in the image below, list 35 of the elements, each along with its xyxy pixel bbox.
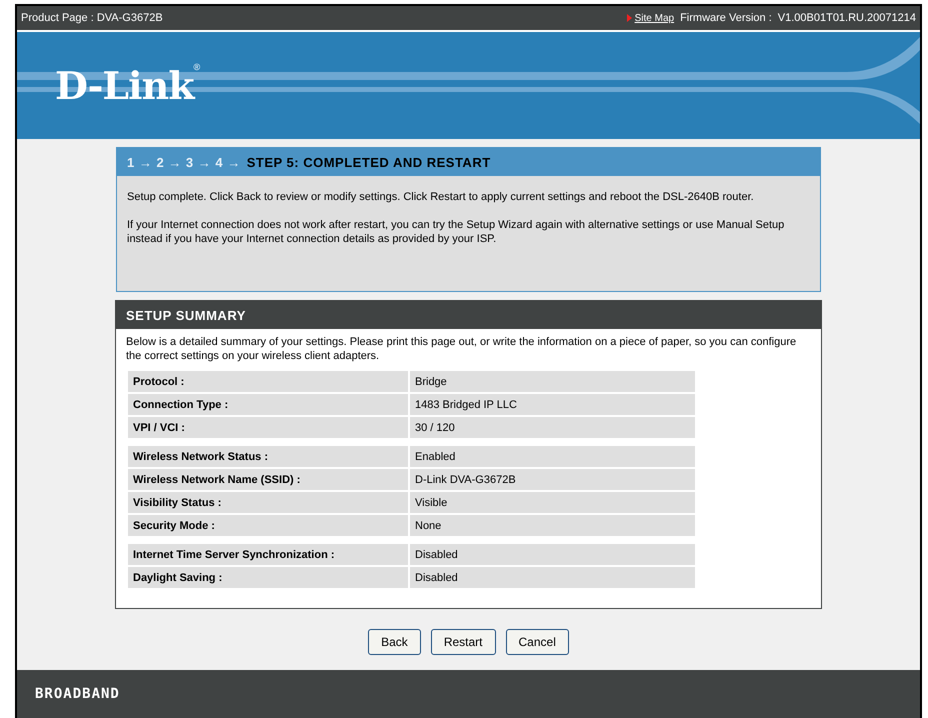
setting-label: Internet Time Server Synchronization : — [128, 544, 408, 565]
footer-brand: BROADBAND — [35, 686, 120, 702]
setting-label: Security Mode : — [128, 515, 408, 536]
triangle-icon — [626, 14, 632, 22]
setting-value: D-Link DVA-G3672B — [410, 469, 695, 490]
action-button[interactable]: Back — [368, 629, 421, 655]
setting-label: Wireless Network Name (SSID) : — [128, 469, 408, 490]
setting-value: None — [410, 515, 695, 536]
logo: D-Link — [55, 63, 194, 108]
setting-value: Disabled — [410, 544, 695, 565]
setting-value: 30 / 120 — [410, 417, 695, 438]
summary-intro: Below is a detailed summary of your settings. Please print this page out, or write the information on a piece of paper, so you can configure the correct settings on your wireless client adapters. — [126, 335, 798, 363]
setting-value: 1483 Bridged IP LLC — [410, 394, 695, 415]
step-paragraph: If your Internet connection does not work after restart, you can try the Setup Wizard again with alternative settings or use Manual Setup instead if you have your Internet connection details as provided by your ISP. — [127, 218, 786, 246]
registered-mark: ® — [194, 62, 200, 72]
setting-value: Disabled — [410, 567, 695, 588]
step-paragraph: Setup complete. Click Back to review or modify settings. Click Restart to apply current settings and reboot the DSL-2640B router. — [127, 190, 755, 204]
setting-label: Protocol : — [128, 371, 408, 392]
setting-label: Connection Type : — [128, 394, 408, 415]
action-button[interactable]: Restart — [430, 629, 496, 655]
setting-value: Visible — [410, 492, 695, 513]
setting-value: Enabled — [410, 446, 695, 467]
step-trail: 1 → 2 → 3 → 4 → — [127, 154, 241, 170]
setting-value: Bridge — [410, 371, 695, 392]
firmware-label: Firmware Version : — [680, 12, 772, 24]
product-label: Product Page : DVA-G3672B — [21, 12, 163, 24]
setting-label: Daylight Saving : — [128, 567, 408, 588]
site-map-link[interactable]: Site Map — [626, 12, 674, 24]
action-button[interactable]: Cancel — [506, 629, 569, 655]
setting-label: Wireless Network Status : — [128, 446, 408, 467]
summary-title: SETUP SUMMARY — [126, 308, 246, 322]
step-title: STEP 5: COMPLETED AND RESTART — [246, 154, 491, 170]
setting-label: VPI / VCI : — [128, 417, 408, 438]
setting-label: Visibility Status : — [128, 492, 408, 513]
firmware-version: V1.00B01T01.RU.20071214 — [778, 12, 916, 24]
